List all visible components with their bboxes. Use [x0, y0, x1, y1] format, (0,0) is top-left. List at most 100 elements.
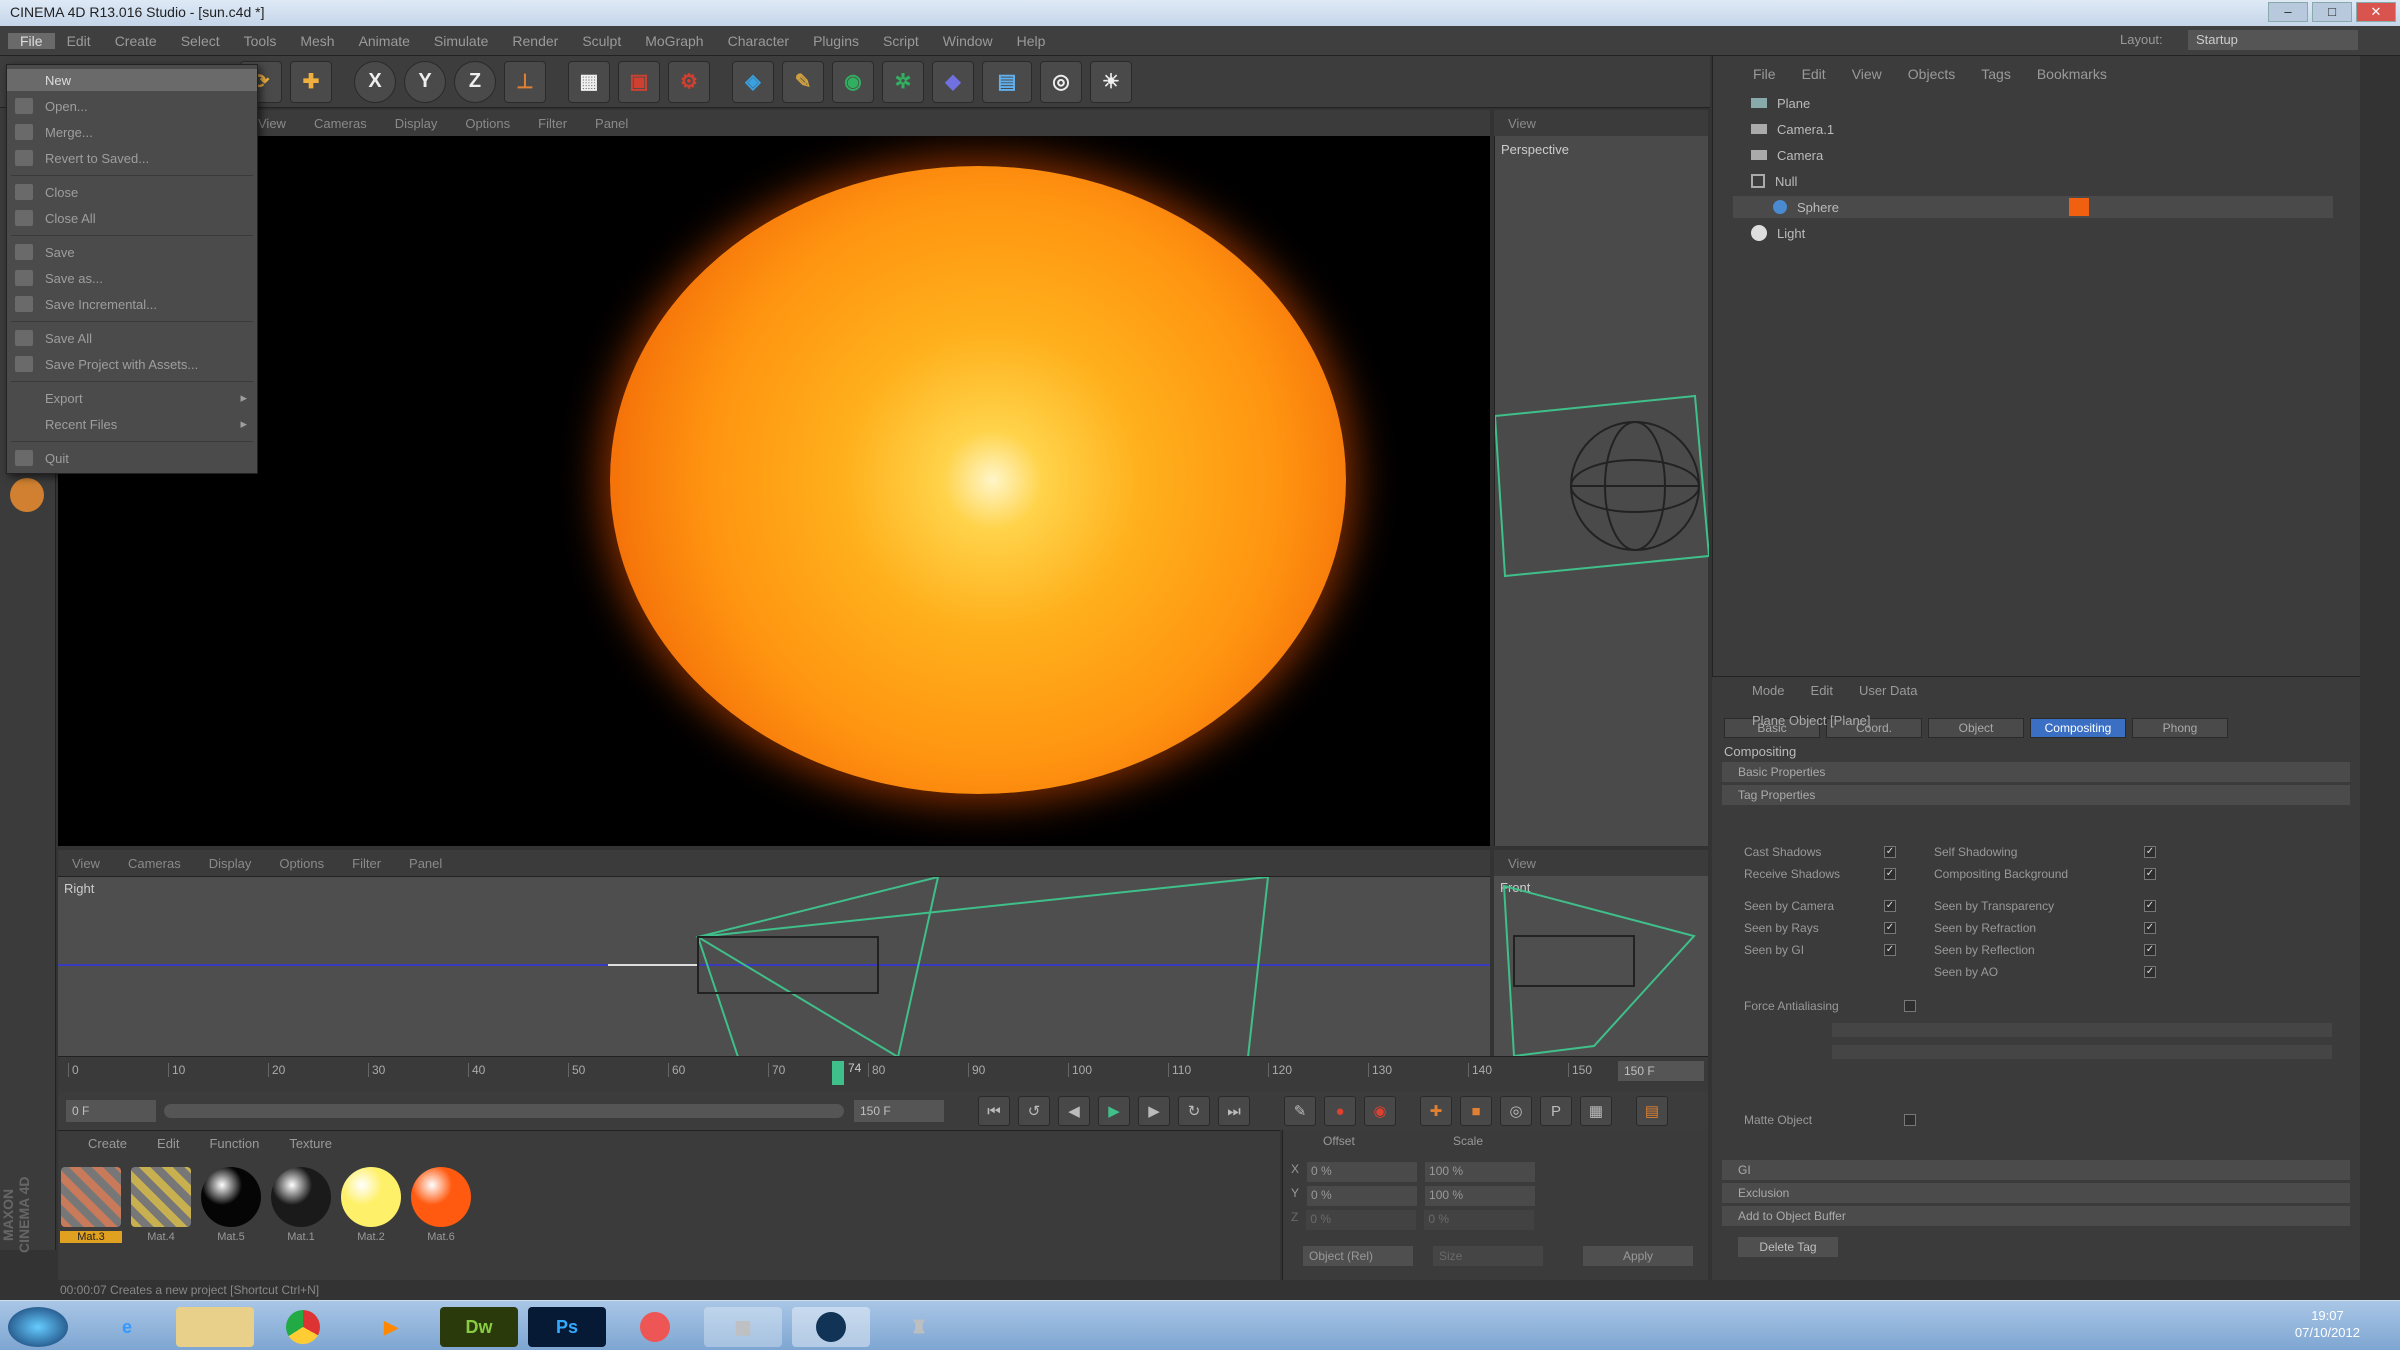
bottom-menu-display[interactable]: Display — [209, 856, 252, 871]
coord-scale-field[interactable]: 0 % — [1424, 1210, 1535, 1230]
material-swatch[interactable]: Mat.2 — [340, 1167, 402, 1253]
checkbox[interactable]: ✓ — [2144, 900, 2156, 912]
cast-shadows-check[interactable]: Cast Shadows ✓ — [1744, 845, 1896, 859]
menu-item-save-all[interactable]: Save All — [7, 327, 257, 349]
spline-icon[interactable]: ✎ — [782, 60, 824, 103]
material-swatch[interactable]: Mat.4 — [130, 1167, 192, 1253]
seen-by-camera-check[interactable]: Seen by Camera ✓ — [1744, 899, 1896, 913]
menu-item-new[interactable]: New — [7, 69, 257, 91]
aa-min-slider[interactable] — [1832, 1023, 2332, 1037]
mat-menu-texture[interactable]: Texture — [289, 1136, 332, 1151]
viewport-menu-cameras[interactable]: Cameras — [314, 116, 367, 131]
next-key-icon[interactable]: ↻ — [1178, 1096, 1210, 1126]
chrome-icon[interactable] — [264, 1307, 342, 1347]
system-clock[interactable]: 19:07 07/10/2012 — [2295, 1307, 2360, 1341]
coordinate-system-icon[interactable]: ⊥ — [504, 60, 546, 103]
coord-size-select[interactable]: Size — [1433, 1246, 1543, 1266]
floor-icon[interactable]: ▤ — [982, 60, 1032, 103]
media-icon[interactable]: ▶ — [352, 1307, 430, 1347]
x-axis-icon[interactable]: X — [354, 60, 396, 103]
checkbox[interactable]: ✓ — [2144, 944, 2156, 956]
menu-file[interactable]: File — [8, 32, 55, 49]
tab-object[interactable]: Object — [1928, 718, 2024, 738]
checkbox[interactable] — [1904, 1114, 1916, 1126]
cube-icon[interactable]: ◈ — [732, 60, 774, 103]
matte-object-check[interactable]: Matte Object — [1744, 1113, 1916, 1127]
checkbox[interactable] — [1904, 1000, 1916, 1012]
key-rot-icon[interactable]: ◎ — [1500, 1096, 1532, 1126]
ie-icon[interactable]: e — [88, 1307, 166, 1347]
render-picture-icon[interactable]: ▣ — [618, 60, 660, 103]
menu-mograph[interactable]: MoGraph — [633, 33, 715, 49]
cinema4d-icon[interactable] — [792, 1307, 870, 1347]
coord-scale-field[interactable]: 100 % — [1425, 1186, 1536, 1206]
menu-tools[interactable]: Tools — [232, 33, 289, 49]
perspective-viewport[interactable]: Perspective — [1494, 136, 1709, 846]
coord-scale-field[interactable]: 100 % — [1425, 1162, 1536, 1182]
delete-tag-button[interactable]: Delete Tag — [1738, 1237, 1838, 1257]
obj-menu-tags[interactable]: Tags — [1981, 66, 2011, 82]
checkbox[interactable]: ✓ — [2144, 966, 2156, 978]
menu-item-save-incremental[interactable]: Save Incremental... — [7, 293, 257, 315]
record-icon[interactable]: ● — [1324, 1096, 1356, 1126]
obj-menu-edit[interactable]: Edit — [1802, 66, 1826, 82]
menu-window[interactable]: Window — [931, 33, 1005, 49]
maximize-button[interactable]: □ — [2312, 2, 2352, 22]
object-row-null[interactable]: Null — [1733, 170, 1797, 192]
compositing-background-check[interactable]: Compositing Background ✓ — [1934, 867, 2156, 881]
timeline-ruler[interactable]: 0 10 20 30 40 50 60 70 80 90 100 110 120 130 140 150 74… — [58, 1056, 1708, 1092]
z-axis-icon[interactable]: Z — [454, 60, 496, 103]
goto-end-icon[interactable]: ⏭ — [1218, 1096, 1250, 1126]
checkbox[interactable]: ✓ — [1884, 944, 1896, 956]
viewport-menu-display[interactable]: Display — [395, 116, 438, 131]
aa-max-slider[interactable] — [1832, 1045, 2332, 1059]
tab-phong[interactable]: Phong — [2132, 718, 2228, 738]
obj-menu-objects[interactable]: Objects — [1908, 66, 1955, 82]
attr-menu-userdata[interactable]: User Data — [1859, 683, 1918, 698]
material-swatch[interactable]: Mat.5 — [200, 1167, 262, 1253]
y-axis-icon[interactable]: Y — [404, 60, 446, 103]
bottom-menu-filter[interactable]: Filter — [352, 856, 381, 871]
object-row-camera[interactable]: Camera — [1733, 144, 1823, 166]
bottom-menu-view[interactable]: View — [72, 856, 100, 871]
menu-item-close-all[interactable]: Close All — [7, 207, 257, 229]
render-settings-icon[interactable]: ⚙ — [668, 60, 710, 103]
persp-menu-view[interactable]: View — [1508, 116, 1536, 131]
menu-item-save-as[interactable]: Save as... — [7, 267, 257, 289]
array-icon[interactable]: ✲ — [882, 60, 924, 103]
object-row-camera1[interactable]: Camera.1 — [1733, 118, 1834, 140]
front-viewport[interactable]: Front — [1494, 876, 1708, 1056]
start-icon[interactable] — [8, 1307, 68, 1347]
goto-start-icon[interactable]: ⏮ — [978, 1096, 1010, 1126]
play-icon[interactable]: ▶ — [1098, 1096, 1130, 1126]
mat-menu-create[interactable]: Create — [88, 1136, 127, 1151]
group-gi[interactable]: GI — [1722, 1160, 2350, 1180]
prev-key-icon[interactable]: ↺ — [1018, 1096, 1050, 1126]
bottom-menu-options[interactable]: Options — [279, 856, 324, 871]
right-viewport[interactable]: Right — [58, 876, 1490, 1057]
key-pos-icon[interactable]: ✚ — [1420, 1096, 1452, 1126]
viewport-menu-filter[interactable]: Filter — [538, 116, 567, 131]
menu-render[interactable]: Render — [500, 33, 570, 49]
apply-button[interactable]: Apply — [1583, 1246, 1693, 1266]
seen-by-rays-check[interactable]: Seen by Rays ✓ — [1744, 921, 1896, 935]
object-row-plane[interactable]: Plane — [1733, 92, 1810, 114]
coord-offset-field[interactable]: 0 % — [1307, 1186, 1418, 1206]
mat-menu-edit[interactable]: Edit — [157, 1136, 179, 1151]
next-frame-icon[interactable]: ▶ — [1138, 1096, 1170, 1126]
menu-item-quit[interactable]: Quit — [7, 447, 257, 469]
move-tool-icon[interactable]: ✚ — [290, 60, 332, 103]
checkbox[interactable]: ✓ — [1884, 846, 1896, 858]
motion-path-icon[interactable]: ✎ — [1284, 1096, 1316, 1126]
group-tag-properties[interactable]: Tag Properties — [1722, 785, 2350, 805]
photoshop-icon[interactable]: Ps — [528, 1307, 606, 1347]
nurbs-icon[interactable]: ◉ — [832, 60, 874, 103]
viewport-menu-panel[interactable]: Panel — [595, 116, 628, 131]
prev-frame-icon[interactable]: ◀ — [1058, 1096, 1090, 1126]
menu-create[interactable]: Create — [103, 33, 169, 49]
menu-edit[interactable]: Edit — [55, 33, 103, 49]
force-antialiasing-check[interactable]: Force Antialiasing — [1744, 999, 1916, 1013]
tab-compositing[interactable]: Compositing — [2030, 718, 2126, 738]
seen-by-gi-check[interactable]: Seen by GI ✓ — [1744, 943, 1896, 957]
menu-item-save-project[interactable]: Save Project with Assets... — [7, 353, 257, 375]
